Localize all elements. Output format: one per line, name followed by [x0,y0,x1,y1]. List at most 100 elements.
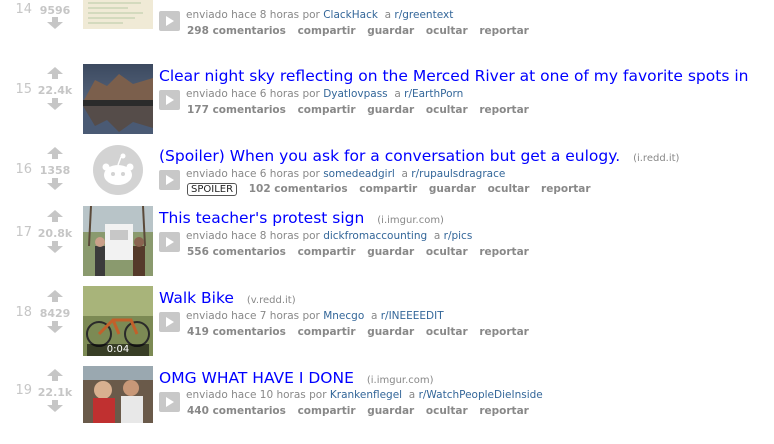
post-rank: 19 [15,383,32,398]
expand-button[interactable] [159,11,180,31]
subreddit-link[interactable]: r/INEEEEDIT [381,310,444,322]
downvote-icon[interactable] [47,321,63,333]
downvote-icon[interactable] [47,241,63,253]
comments-link[interactable]: 440 comentarios [187,405,286,417]
comments-link[interactable]: 102 comentarios [249,183,348,195]
upvote-icon[interactable] [47,210,63,222]
share-button[interactable]: compartir [298,326,356,338]
subreddit-link[interactable]: r/greentext [394,9,453,21]
post-actions: 177 comentarios compartir guardar oculta… [187,104,537,116]
post-tagline: enviado hace 7 horas por Mnecgo a r/INEE… [186,310,444,322]
hide-button[interactable]: ocultar [488,183,530,195]
subreddit-link[interactable]: r/pics [444,230,473,242]
expand-button[interactable] [159,170,180,190]
omg-thumbnail-image [83,366,153,423]
expand-button[interactable] [159,392,180,412]
save-button[interactable]: guardar [367,25,414,37]
post-domain[interactable]: (v.redd.it) [247,295,296,306]
report-button[interactable]: reportar [479,326,529,338]
post-score: 9596 [39,4,71,17]
post-domain[interactable]: (i.imgur.com) [367,375,434,386]
post-thumbnail[interactable]: 0:04 [83,286,153,356]
post-score: 8429 [39,307,71,320]
post-score: 22.4k [37,84,73,97]
post-title[interactable]: (Spoiler) When you ask for a conversatio… [159,147,679,165]
subreddit-link[interactable]: r/WatchPeopleDieInside [419,389,543,401]
downvote-icon[interactable] [47,400,63,412]
post-actions: 298 comentarios compartir guardar oculta… [187,25,537,37]
post-score: 1358 [39,164,71,177]
post-title[interactable]: Clear night sky reflecting on the Merced… [159,67,748,85]
downvote-icon[interactable] [47,178,63,190]
expand-button[interactable] [159,232,180,252]
author-link[interactable]: somedeadgirl [323,168,395,180]
river-thumbnail-image [83,64,153,134]
author-link[interactable]: dickfromaccounting [323,230,427,242]
downvote-icon[interactable] [47,17,63,29]
upvote-icon[interactable] [47,67,63,79]
save-button[interactable]: guardar [367,405,414,417]
save-button[interactable]: guardar [367,246,414,258]
post-rank: 18 [15,305,32,320]
report-button[interactable]: reportar [541,183,591,195]
report-button[interactable]: reportar [479,25,529,37]
report-button[interactable]: reportar [479,104,529,116]
expand-button[interactable] [159,90,180,110]
post-thumbnail[interactable] [83,366,153,423]
author-link[interactable]: Mnecgo [323,310,364,322]
post-title[interactable]: This teacher's protest sign (i.imgur.com… [159,209,444,227]
post-thumbnail[interactable] [83,64,153,134]
downvote-icon[interactable] [47,98,63,110]
post-tagline: enviado hace 8 horas por ClackHack a r/g… [186,9,454,21]
hide-button[interactable]: ocultar [426,25,468,37]
hide-button[interactable]: ocultar [426,326,468,338]
post-domain[interactable]: (i.imgur.com) [377,215,444,226]
post-thumbnail[interactable] [83,142,153,198]
post-row: 15 22.4k Clear night sky reflecting on t… [0,64,774,142]
post-domain[interactable]: (i.redd.it) [633,153,679,164]
greentext-thumbnail-image [83,0,153,29]
author-link[interactable]: Dyatlovpass [323,88,387,100]
expand-button[interactable] [159,312,180,332]
comments-link[interactable]: 419 comentarios [187,326,286,338]
report-button[interactable]: reportar [479,246,529,258]
upvote-icon[interactable] [47,147,63,159]
author-link[interactable]: ClackHack [323,9,378,21]
subreddit-link[interactable]: r/rupaulsdragrace [411,168,505,180]
save-button[interactable]: guardar [367,104,414,116]
share-button[interactable]: compartir [298,25,356,37]
reddit-alien-icon [93,145,143,195]
report-button[interactable]: reportar [479,405,529,417]
post-thumbnail[interactable] [83,206,153,276]
share-button[interactable]: compartir [298,405,356,417]
save-button[interactable]: guardar [429,183,476,195]
comments-link[interactable]: 298 comentarios [187,25,286,37]
share-button[interactable]: compartir [298,104,356,116]
share-button[interactable]: compartir [359,183,417,195]
post-row: 14 9596 enviado hace 8 horas por ClackHa… [0,0,774,55]
comments-link[interactable]: 177 comentarios [187,104,286,116]
post-rank: 16 [15,162,32,177]
post-actions: 419 comentarios compartir guardar oculta… [187,326,537,338]
save-button[interactable]: guardar [367,326,414,338]
protest-thumbnail-image [83,206,153,276]
hide-button[interactable]: ocultar [426,246,468,258]
post-actions: SPOILER 102 comentarios compartir guarda… [187,183,599,196]
hide-button[interactable]: ocultar [426,104,468,116]
post-rank: 15 [15,82,32,97]
post-row: 19 22.1k OMG WHAT HAVE I DONE (i.imgur.c… [0,366,774,444]
upvote-icon[interactable] [47,369,63,381]
comments-link[interactable]: 556 comentarios [187,246,286,258]
post-rank: 14 [15,2,32,17]
author-link[interactable]: Krankenflegel [330,389,402,401]
upvote-icon[interactable] [47,290,63,302]
post-score: 22.1k [37,386,73,399]
share-button[interactable]: compartir [298,246,356,258]
hide-button[interactable]: ocultar [426,405,468,417]
post-score: 20.8k [37,227,73,240]
post-actions: 440 comentarios compartir guardar oculta… [187,405,537,417]
post-thumbnail[interactable] [83,0,153,29]
subreddit-link[interactable]: r/EarthPorn [404,88,463,100]
post-title[interactable]: OMG WHAT HAVE I DONE (i.imgur.com) [159,369,434,387]
post-title[interactable]: Walk Bike (v.redd.it) [159,289,296,307]
